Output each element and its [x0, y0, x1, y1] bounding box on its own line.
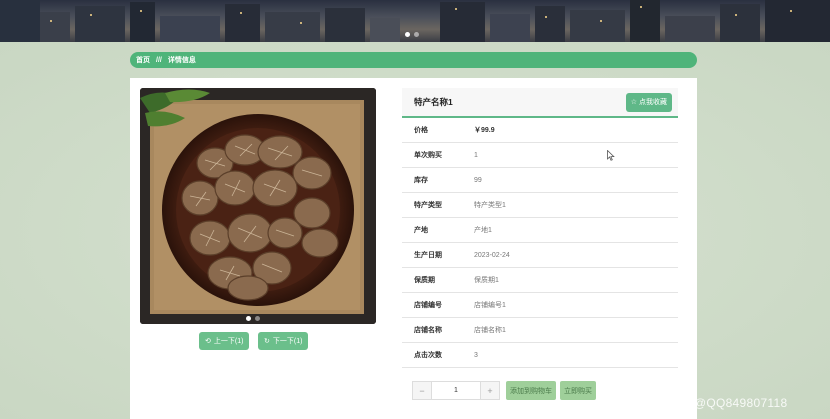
breadcrumb: 首页 /// 详情信息	[130, 52, 697, 68]
info-value: 3	[474, 351, 478, 359]
banner-pagination[interactable]	[405, 32, 419, 37]
quantity-plus-button[interactable]: +	[480, 381, 500, 400]
watermark: CSDN @QQ849807118	[655, 396, 788, 410]
product-image	[140, 88, 376, 324]
info-value: 1	[474, 151, 478, 159]
breadcrumb-home[interactable]: 首页	[136, 55, 150, 65]
refresh-icon: ↻	[264, 338, 270, 345]
arrow-left-icon: ⟲	[205, 338, 211, 345]
favorite-button[interactable]: ☆ 点我收藏	[625, 92, 672, 112]
info-row-shop-id: 店铺编号 店铺编号1	[402, 293, 678, 318]
info-key: 单次购买	[414, 152, 442, 159]
mouse-cursor-icon	[607, 150, 615, 161]
info-row-shelf-life: 保质期 保质期1	[402, 268, 678, 293]
banner-dot[interactable]	[414, 32, 419, 37]
image-pagination[interactable]	[246, 316, 260, 321]
image-dot[interactable]	[246, 316, 251, 321]
info-key: 店铺编号	[414, 302, 442, 309]
info-row-price: 价格 ￥99.9	[402, 118, 678, 143]
image-dot[interactable]	[255, 316, 260, 321]
quantity-input[interactable]	[432, 381, 480, 400]
info-key: 店铺名称	[414, 327, 442, 334]
info-value: 店铺编号1	[474, 302, 506, 309]
prev-image-button[interactable]: ⟲ 上一下(1)	[199, 332, 250, 350]
info-key: 产地	[414, 227, 428, 234]
favorite-label: ☆ 点我收藏	[630, 99, 667, 106]
next-image-label: 下一下(1)	[272, 338, 303, 345]
info-key: 保质期	[414, 277, 435, 284]
breadcrumb-current: 详情信息	[167, 57, 196, 64]
breadcrumb-separator: ///	[156, 56, 162, 64]
info-value: 2023-02-24	[474, 251, 510, 259]
info-row-shop-name: 店铺名称 店铺名称1	[402, 318, 678, 343]
info-value: 产地1	[474, 227, 492, 234]
info-value: 特产类型1	[474, 202, 506, 209]
city-banner	[0, 0, 830, 42]
info-value: 店铺名称1	[474, 327, 506, 334]
info-key: 库存	[414, 177, 428, 184]
product-info-panel: 特产名称1 ☆ 点我收藏 价格 ￥99.9 单次购买 1 库存 99 特产类型 …	[402, 88, 678, 368]
product-name: 特产名称1	[414, 97, 453, 107]
banner-dot[interactable]	[405, 32, 410, 37]
info-value: ￥99.9	[474, 127, 495, 134]
product-detail-card: ⟲ 上一下(1) ↻ 下一下(1) 特产名称1 ☆ 点我收藏 价格 ￥99.9 …	[130, 78, 697, 419]
info-row-production-date: 生产日期 2023-02-24	[402, 243, 678, 268]
info-row-purchase-limit: 单次购买 1	[402, 143, 678, 168]
info-value: 99	[474, 176, 482, 184]
info-row-type: 特产类型 特产类型1	[402, 193, 678, 218]
product-title-bar: 特产名称1 ☆ 点我收藏	[402, 88, 678, 118]
prev-image-label: 上一下(1)	[213, 338, 244, 345]
info-value: 保质期1	[474, 277, 499, 284]
buy-now-button[interactable]: 立即购买	[560, 381, 596, 400]
info-key: 价格	[414, 127, 428, 134]
quantity-minus-button[interactable]: −	[412, 381, 432, 400]
info-key: 特产类型	[414, 202, 442, 209]
purchase-actions: − + 添加到购物车 立即购买	[412, 381, 596, 400]
info-row-origin: 产地 产地1	[402, 218, 678, 243]
info-row-clicks: 点击次数 3	[402, 343, 678, 368]
add-to-cart-button[interactable]: 添加到购物车	[506, 381, 556, 400]
info-row-stock: 库存 99	[402, 168, 678, 193]
next-image-button[interactable]: ↻ 下一下(1)	[258, 332, 309, 350]
info-key: 点击次数	[414, 352, 442, 359]
info-key: 生产日期	[414, 252, 442, 259]
